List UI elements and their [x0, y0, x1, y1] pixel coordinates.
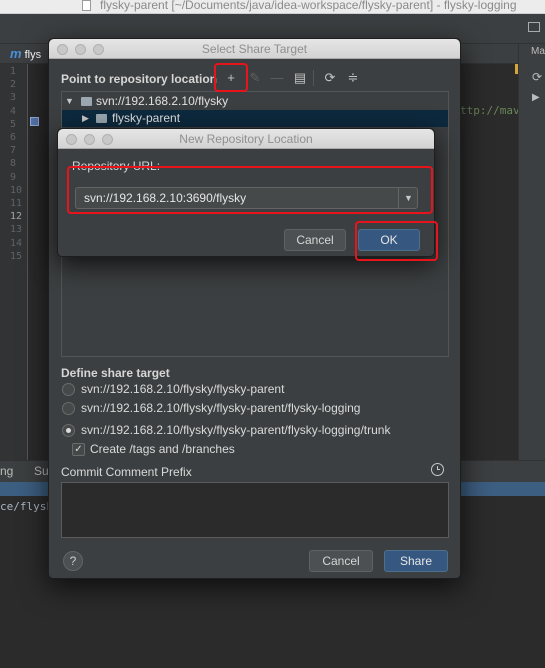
line-number: 10	[10, 184, 23, 196]
radio-label[interactable]: svn://192.168.2.10/flysky/flysky-parent	[81, 382, 284, 396]
line-number: 1	[10, 66, 17, 77]
toolbar-divider	[313, 70, 314, 86]
dialog-title-bar: Select Share Target	[49, 39, 460, 59]
dialog-title-bar: New Repository Location	[58, 129, 434, 149]
right-tool-panel	[518, 44, 545, 460]
line-number: 15	[10, 250, 23, 262]
play-icon[interactable]: ▶	[532, 92, 540, 103]
create-tags-label[interactable]: Create /tags and /branches	[90, 442, 235, 456]
radio-flysky-logging-trunk[interactable]	[62, 424, 75, 437]
bottom-tab-logging[interactable]: ng	[0, 464, 13, 478]
remove-icon[interactable]: —	[269, 70, 285, 86]
highlight-ok-button	[355, 221, 438, 261]
collapsed-arrow-icon[interactable]: ▶	[82, 113, 89, 124]
highlight-repository-url	[67, 166, 433, 214]
line-number: 2	[10, 79, 17, 91]
line-number: 9	[10, 171, 17, 183]
maven-panel-label[interactable]: Ma	[531, 46, 545, 57]
line-number: 12	[10, 211, 23, 223]
edit-icon[interactable]: ✎	[247, 70, 263, 86]
line-number: 14	[10, 237, 23, 249]
help-button[interactable]: ?	[63, 551, 83, 571]
radio-label[interactable]: svn://192.168.2.10/flysky/flysky-parent/…	[81, 401, 360, 415]
line-number: 3	[10, 92, 17, 104]
highlight-add-button	[214, 63, 248, 92]
window-title-text: flysky-parent [~/Documents/java/idea-wor…	[100, 0, 517, 12]
folder-icon	[96, 114, 107, 123]
cancel-button[interactable]: Cancel	[309, 550, 373, 572]
folder-icon	[81, 97, 92, 106]
line-number: 5	[10, 118, 17, 130]
line-number: 8	[10, 158, 17, 170]
window-title: flysky-parent [~/Documents/java/idea-wor…	[80, 0, 517, 12]
history-icon[interactable]	[431, 463, 444, 476]
tree-item-label: svn://192.168.2.10/flysky	[96, 94, 229, 108]
copy-icon[interactable]: ▤	[292, 70, 308, 86]
tree-item-flysky-parent[interactable]: ▶ flysky-parent	[62, 110, 448, 127]
radio-flysky-parent[interactable]	[62, 383, 75, 396]
tree-item-label: flysky-parent	[112, 111, 181, 125]
dialog-title: New Repository Location	[179, 132, 313, 146]
point-to-location-label: Point to repository location	[61, 72, 218, 86]
line-number: 6	[10, 132, 17, 143]
expanded-arrow-icon[interactable]: ▼	[65, 96, 74, 106]
refresh-icon[interactable]: ⟳	[322, 70, 338, 86]
line-number: 11	[10, 198, 23, 209]
create-tags-checkbox[interactable]: ✓	[72, 443, 85, 456]
bookmark-icon[interactable]	[30, 117, 39, 126]
commit-comment-prefix-label: Commit Comment Prefix	[61, 465, 192, 479]
bottom-tab-subversion[interactable]: Su	[34, 464, 49, 478]
collapse-icon[interactable]: ≑	[345, 70, 361, 86]
terminal-icon[interactable]	[528, 22, 540, 32]
cancel-button[interactable]: Cancel	[284, 229, 346, 251]
line-number: 4	[10, 105, 17, 117]
share-button[interactable]: Share	[384, 550, 448, 572]
line-number: 13	[10, 224, 23, 236]
select-share-target-dialog: Select Share Target Point to repository …	[48, 38, 461, 579]
define-share-target-label: Define share target	[61, 366, 170, 380]
radio-label[interactable]: svn://192.168.2.10/flysky/flysky-parent/…	[81, 423, 390, 437]
radio-flysky-logging[interactable]	[62, 402, 75, 415]
commit-comment-prefix-input[interactable]	[61, 482, 449, 538]
maven-icon: m	[10, 46, 22, 61]
dialog-title: Select Share Target	[201, 42, 308, 56]
line-number: 7	[10, 145, 17, 157]
tree-item-root[interactable]: ▼ svn://192.168.2.10/flysky	[62, 93, 448, 110]
editor-tab[interactable]: m flys	[10, 44, 41, 64]
editor-tab-label: flys	[24, 49, 42, 61]
refresh-icon[interactable]: ⟳	[532, 70, 542, 84]
